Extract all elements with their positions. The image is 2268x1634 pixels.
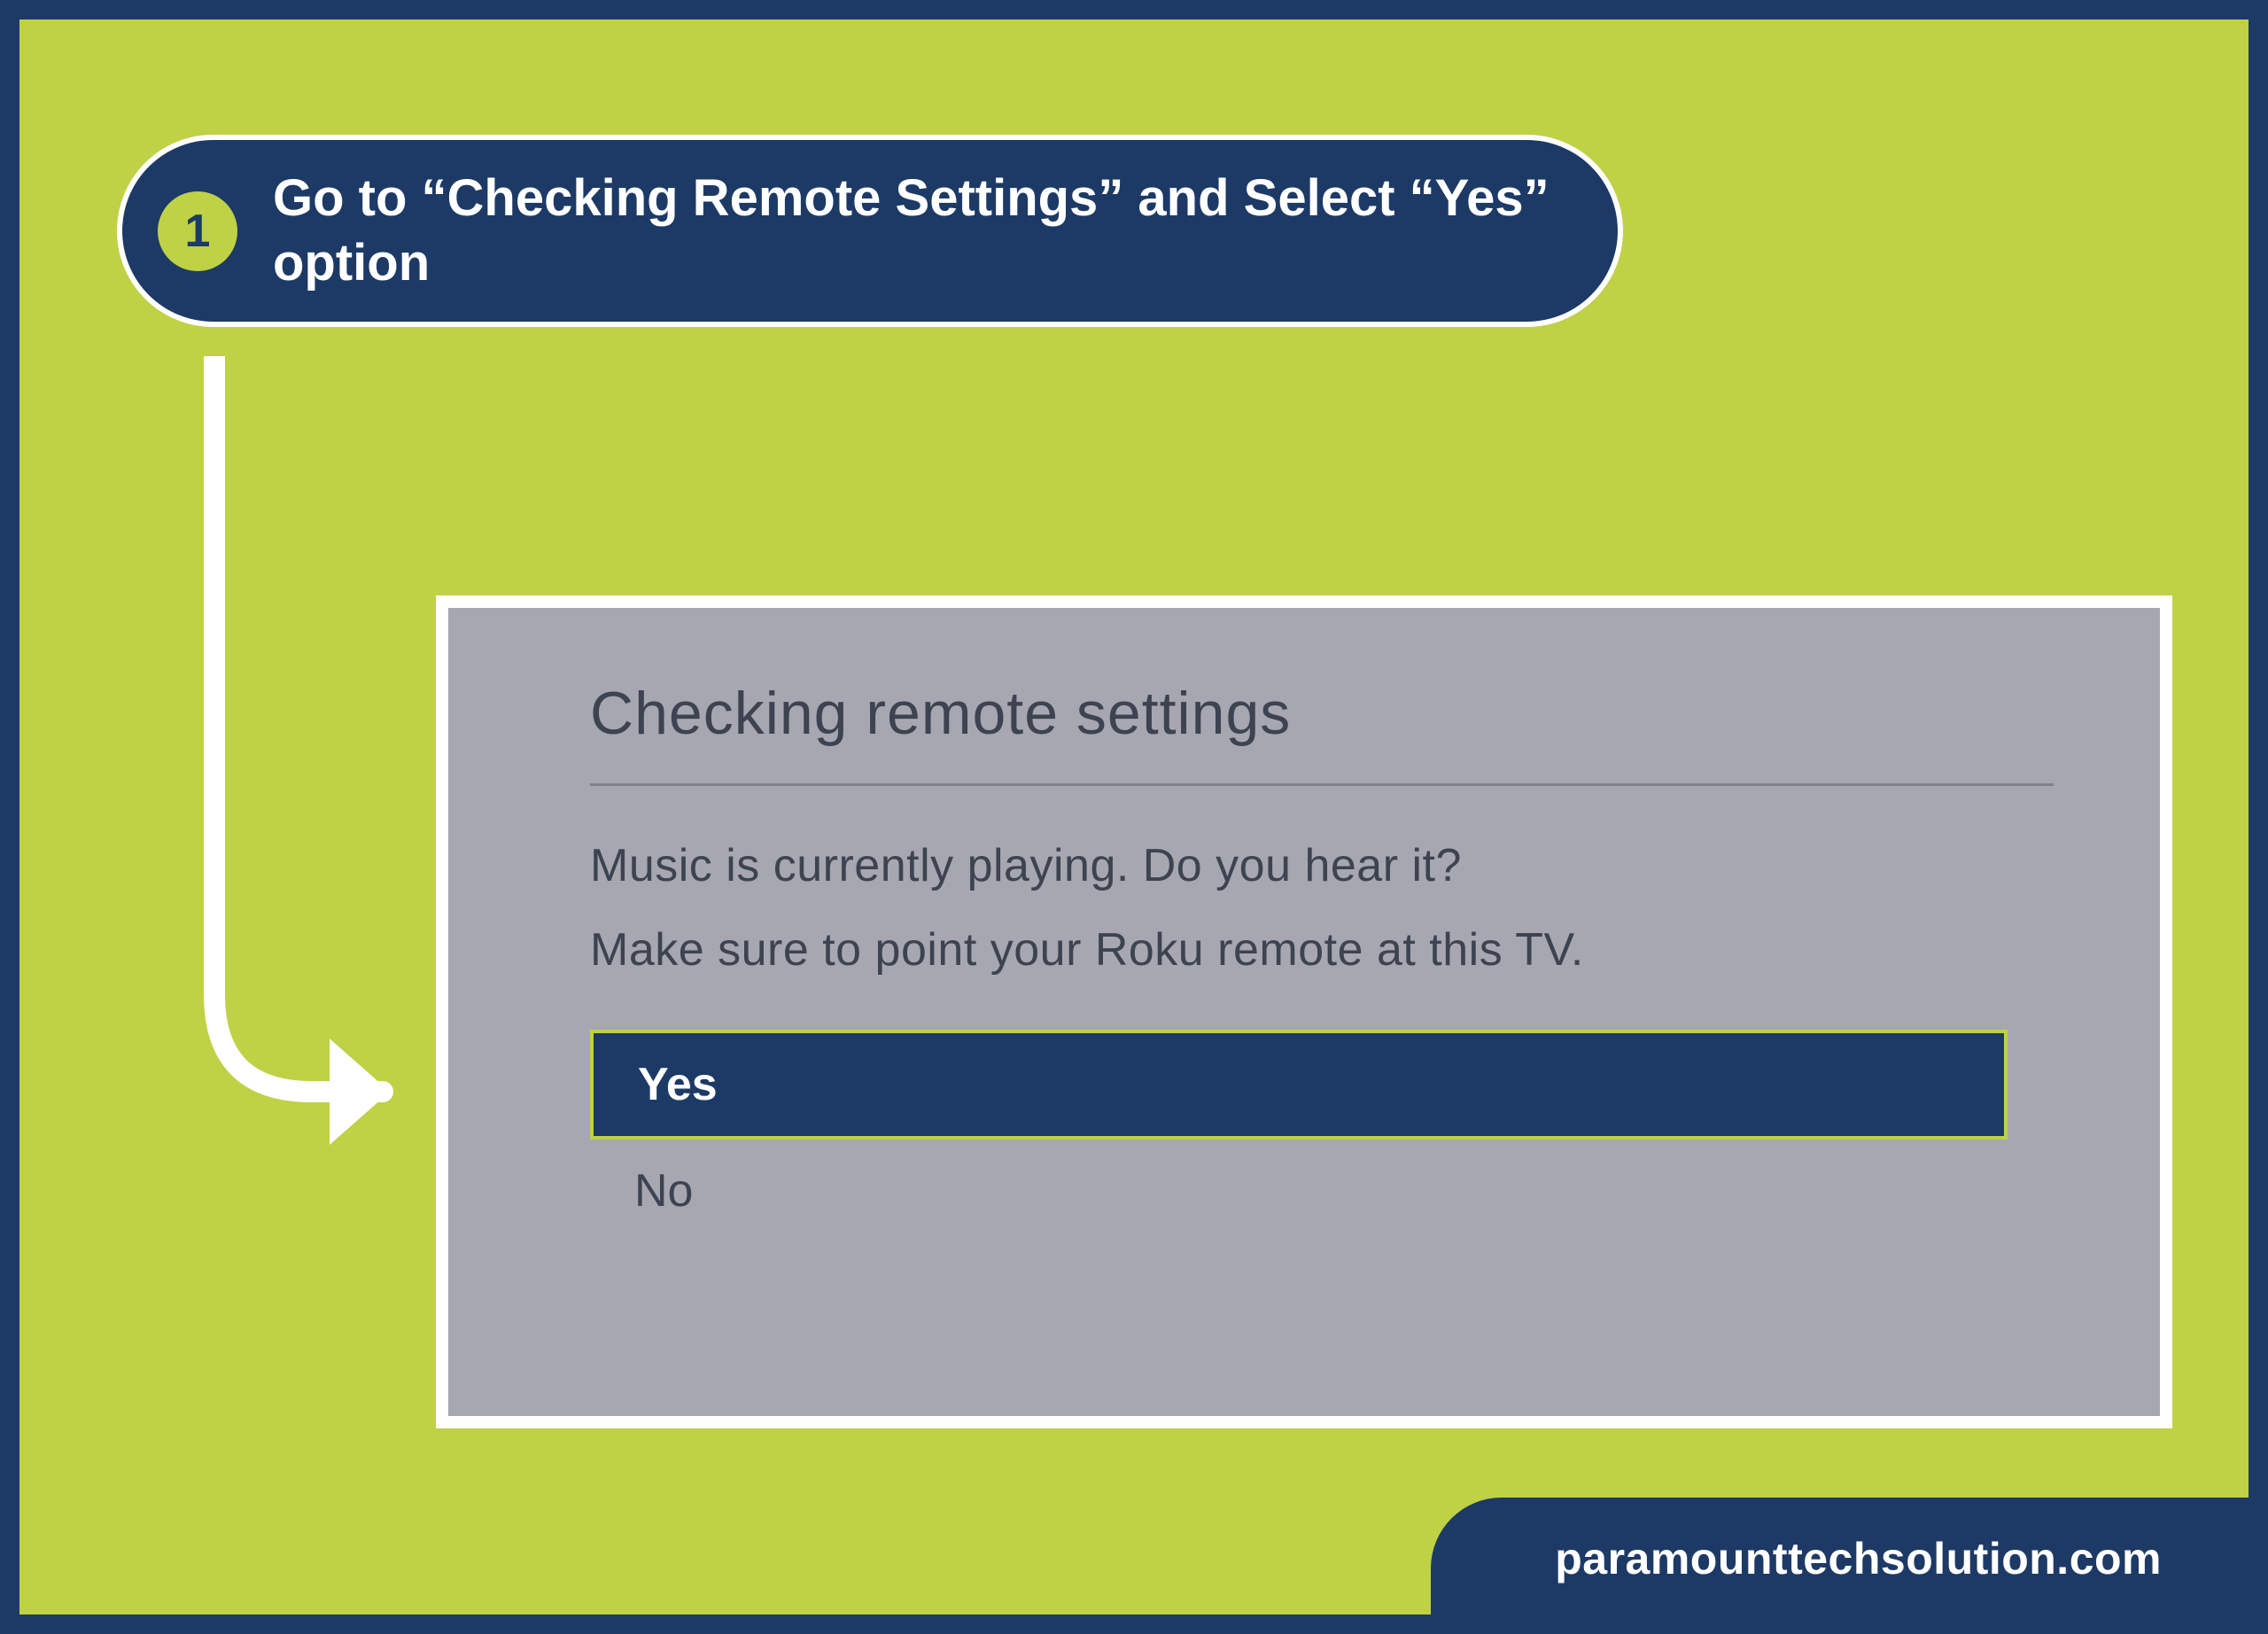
settings-dialog: Checking remote settings Music is curren… <box>436 595 2172 1428</box>
dialog-prompt-2: Make sure to point your Roku remote at t… <box>590 923 2054 977</box>
dialog-title: Checking remote settings <box>590 679 2054 748</box>
footer-attribution: paramounttechsolution.com <box>1431 1498 2250 1616</box>
step-instruction: Go to “Checking Remote Settings” and Sel… <box>273 167 1556 295</box>
step-number: 1 <box>185 205 211 258</box>
footer-site: paramounttechsolution.com <box>1555 1534 2162 1583</box>
dialog-prompt-1: Music is currently playing. Do you hear … <box>590 839 2054 892</box>
arrow-icon <box>188 356 418 1171</box>
tutorial-frame: 1 Go to “Checking Remote Settings” and S… <box>0 0 2268 1634</box>
step-pill: 1 Go to “Checking Remote Settings” and S… <box>117 135 1623 327</box>
option-no[interactable]: No <box>590 1140 2008 1242</box>
divider <box>590 783 2054 786</box>
options-list: Yes No <box>590 1030 2054 1242</box>
step-number-badge: 1 <box>158 191 237 271</box>
option-yes[interactable]: Yes <box>590 1030 2008 1140</box>
